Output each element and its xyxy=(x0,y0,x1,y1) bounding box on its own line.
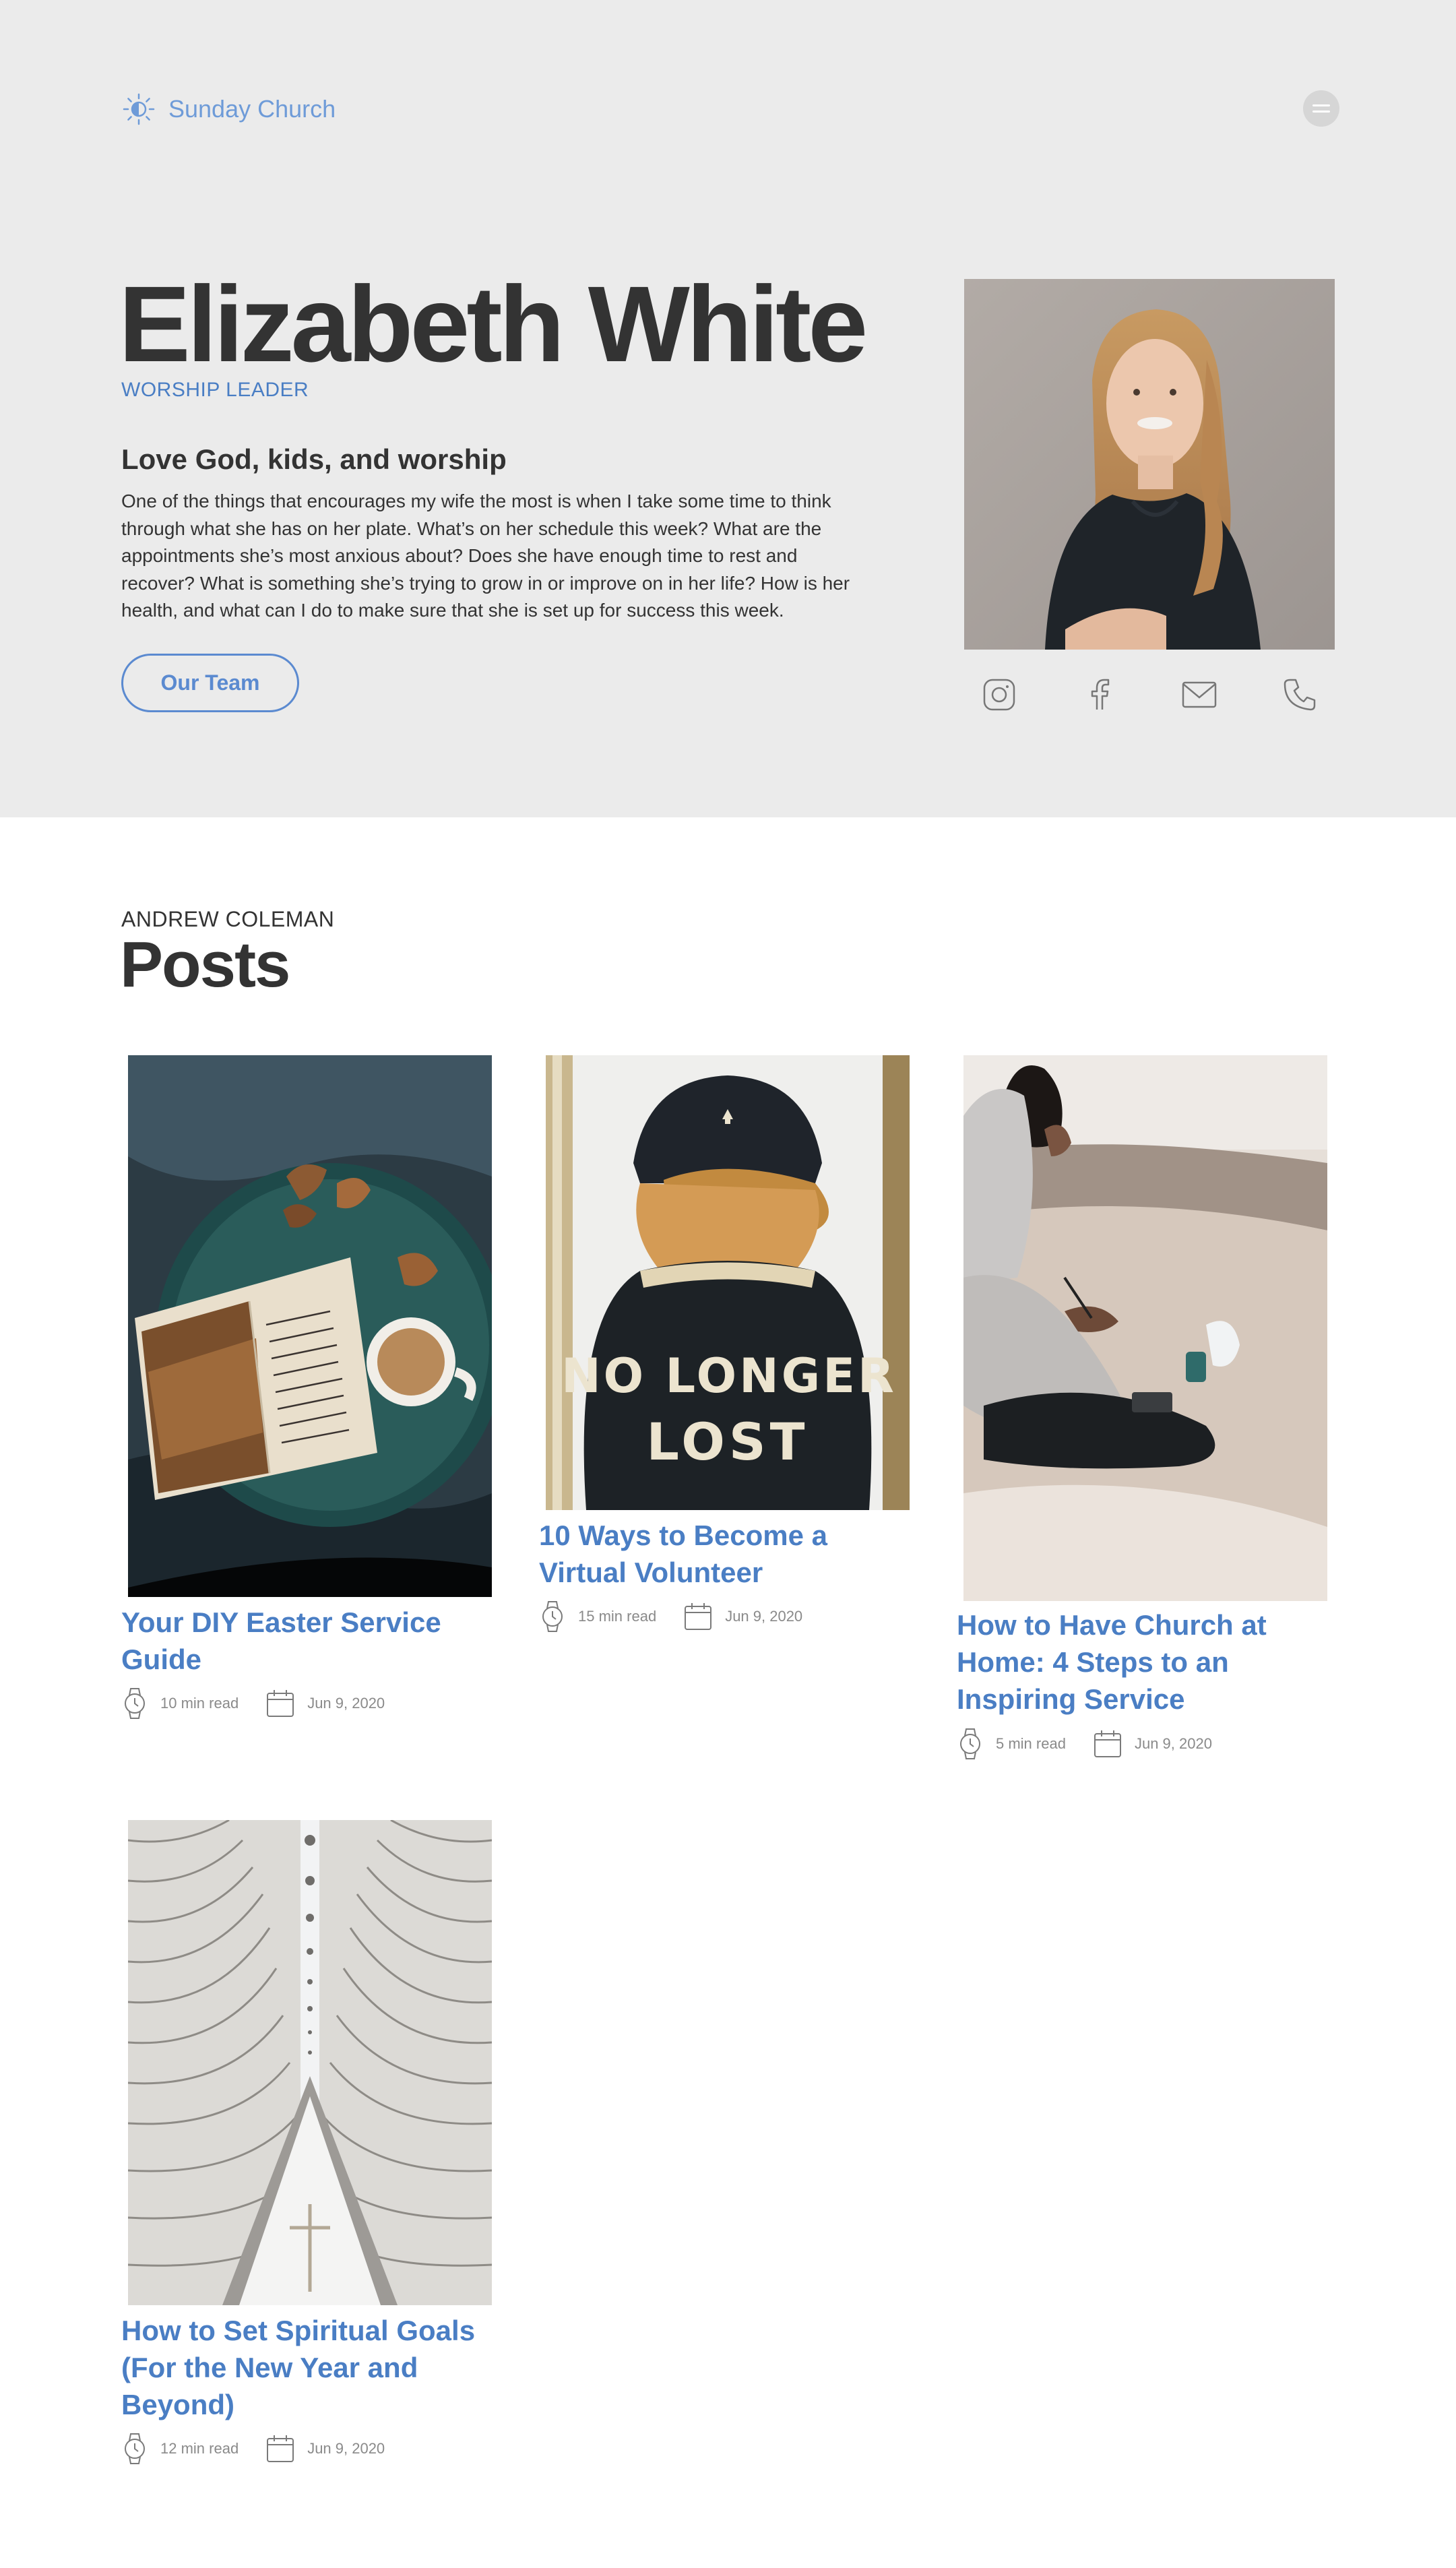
post-date: Jun 9, 2020 xyxy=(307,2440,385,2457)
post-date: Jun 9, 2020 xyxy=(725,1608,803,1625)
profile-role: WORSHIP LEADER xyxy=(121,379,309,401)
post-title[interactable]: Your DIY Easter Service Guide xyxy=(121,1604,499,1678)
post-image-church-arches[interactable] xyxy=(128,1820,492,2305)
post-image-painting-outdoors[interactable] xyxy=(963,1055,1327,1601)
watch-icon xyxy=(125,2433,145,2464)
post-image-bible-tray[interactable] xyxy=(128,1055,492,1597)
calendar-icon xyxy=(267,2435,294,2462)
profile-name: Elizabeth White xyxy=(119,263,868,384)
phone-icon[interactable] xyxy=(1281,676,1319,714)
facebook-icon[interactable] xyxy=(1081,676,1118,714)
post-card: NO LONGER LOST 10 Ways to Become a Virtu… xyxy=(539,1055,916,1648)
post-card: How to Set Spiritual Goals (For the New … xyxy=(121,1820,499,2474)
profile-bio: One of the things that encourages my wif… xyxy=(121,491,850,621)
post-card: How to Have Church at Home: 4 Steps to a… xyxy=(957,1055,1334,1776)
post-date: Jun 9, 2020 xyxy=(1134,1735,1212,1752)
post-title[interactable]: How to Set Spiritual Goals (For the New … xyxy=(121,2312,499,2423)
profile-photo xyxy=(964,279,1335,650)
posts-heading: Posts xyxy=(120,929,290,1001)
watch-icon xyxy=(542,1601,563,1632)
post-title[interactable]: How to Have Church at Home: 4 Steps to a… xyxy=(957,1606,1334,1718)
jacket-text-line-2: LOST xyxy=(647,1412,809,1472)
post-meta: 15 min read Jun 9, 2020 xyxy=(539,1599,802,1634)
watch-icon xyxy=(960,1728,980,1759)
calendar-icon xyxy=(267,1690,294,1717)
instagram-icon[interactable] xyxy=(980,676,1018,714)
profile-tagline: Love God, kids, and worship xyxy=(121,443,507,475)
post-meta: 10 min read Jun 9, 2020 xyxy=(121,1686,385,1721)
read-time: 15 min read xyxy=(578,1608,657,1625)
our-team-button[interactable]: Our Team xyxy=(121,654,299,712)
mail-icon[interactable] xyxy=(1180,676,1218,714)
hamburger-menu-button[interactable] xyxy=(1303,90,1339,127)
hero-section: Sunday Church Elizabeth White WORSHIP LE… xyxy=(0,0,1456,817)
brand-logo[interactable]: Sunday Church xyxy=(121,92,336,127)
post-image-no-longer-lost[interactable]: NO LONGER LOST xyxy=(546,1055,910,1510)
brand-name: Sunday Church xyxy=(168,95,336,123)
post-meta: 5 min read Jun 9, 2020 xyxy=(957,1726,1212,1761)
sun-icon xyxy=(123,93,155,125)
jacket-text-line-1: NO LONGER xyxy=(561,1348,897,1404)
read-time: 12 min read xyxy=(160,2440,239,2457)
calendar-icon xyxy=(1094,1730,1121,1757)
watch-icon xyxy=(125,1688,145,1719)
hamburger-icon xyxy=(1312,104,1330,106)
read-time: 10 min read xyxy=(160,1695,239,1712)
post-title[interactable]: 10 Ways to Become a Virtual Volunteer xyxy=(539,1517,916,1591)
calendar-icon xyxy=(685,1603,712,1630)
post-card: Your DIY Easter Service Guide 10 min rea… xyxy=(121,1055,499,1729)
post-meta: 12 min read Jun 9, 2020 xyxy=(121,2431,385,2466)
post-date: Jun 9, 2020 xyxy=(307,1695,385,1712)
read-time: 5 min read xyxy=(996,1735,1066,1752)
